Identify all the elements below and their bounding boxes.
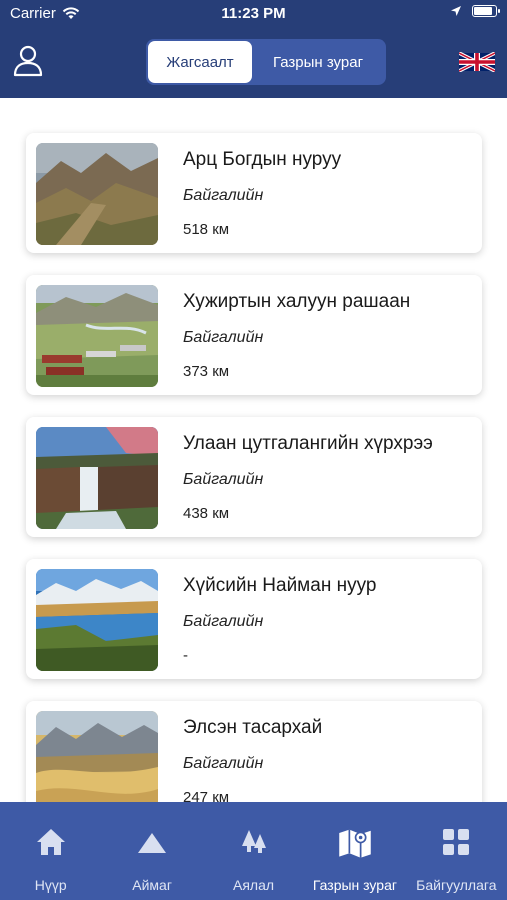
tab-label: Аймаг — [132, 877, 172, 893]
user-button[interactable] — [12, 44, 44, 78]
tab-label: Нүүр — [34, 877, 67, 893]
status-right — [450, 5, 500, 17]
place-thumbnail — [36, 143, 158, 245]
status-time: 11:23 PM — [221, 5, 286, 22]
place-category: Байгалийн — [183, 613, 264, 630]
place-distance: 518 км — [183, 221, 230, 238]
place-distance: 438 км — [183, 505, 230, 522]
tab-label: Байгууллага — [416, 877, 497, 893]
place-distance: 373 км — [183, 363, 230, 380]
tab-map[interactable]: Газрын зураг — [304, 802, 405, 900]
place-thumbnail — [36, 427, 158, 529]
place-thumbnail — [36, 285, 158, 387]
place-distance: - — [183, 647, 188, 664]
language-button[interactable] — [458, 51, 496, 73]
view-mode-segmented-control: Жагсаалт Газрын зураг — [146, 39, 386, 85]
place-title: Хүйсийн Найман нуур — [183, 575, 377, 596]
bottom-tab-bar: Нүүр Аймаг Аялал Газрын зураг Байгууллаг… — [0, 802, 507, 900]
uk-flag-icon — [458, 51, 496, 73]
place-card[interactable]: Арц Богдын нуруу Байгалийн 518 км — [26, 133, 482, 253]
trees-icon — [241, 830, 266, 853]
tab-aimag[interactable]: Аймаг — [101, 802, 202, 900]
segment-list[interactable]: Жагсаалт — [148, 41, 252, 83]
place-thumbnail — [36, 569, 158, 671]
place-distance: 247 км — [183, 789, 230, 802]
home-icon — [36, 829, 65, 855]
place-card[interactable]: Элсэн тасархай Байгалийн 247 км — [26, 701, 482, 802]
place-category: Байгалийн — [183, 187, 264, 204]
tab-label: Газрын зураг — [312, 877, 397, 893]
battery-icon — [472, 5, 500, 17]
tab-home[interactable]: Нүүр — [0, 802, 101, 900]
tab-organizations[interactable]: Байгууллага — [406, 802, 507, 900]
grid-icon — [443, 829, 470, 855]
places-list[interactable]: Арц Богдын нуруу Байгалийн 518 км Хужирт… — [0, 98, 507, 802]
place-card[interactable]: Улаан цутгалангийн хүрхрээ Байгалийн 438… — [26, 417, 482, 537]
place-card[interactable]: Хужиртын халуун рашаан Байгалийн 373 км — [26, 275, 482, 395]
nav-row: Жагсаалт Газрын зураг — [0, 36, 507, 90]
mountain-icon — [138, 833, 167, 853]
location-arrow-icon — [451, 6, 461, 16]
place-title: Элсэн тасархай — [183, 717, 323, 738]
place-card[interactable]: Хүйсийн Найман нуур Байгалийн - — [26, 559, 482, 679]
place-category: Байгалийн — [183, 471, 264, 488]
app-header: Carrier 11:23 PM Жагсаалт Газрын зураг — [0, 0, 507, 98]
place-title: Арц Богдын нуруу — [183, 149, 342, 170]
place-category: Байгалийн — [183, 329, 264, 346]
segment-map[interactable]: Газрын зураг — [252, 41, 384, 83]
user-icon — [13, 45, 43, 77]
place-category: Байгалийн — [183, 755, 264, 772]
status-bar: Carrier 11:23 PM — [0, 0, 507, 28]
tab-travel[interactable]: Аялал — [203, 802, 304, 900]
tab-label: Аялал — [232, 877, 275, 893]
place-title: Улаан цутгалангийн хүрхрээ — [183, 433, 433, 454]
map-icon — [339, 829, 371, 858]
place-title: Хужиртын халуун рашаан — [183, 291, 411, 312]
place-thumbnail — [36, 711, 158, 802]
